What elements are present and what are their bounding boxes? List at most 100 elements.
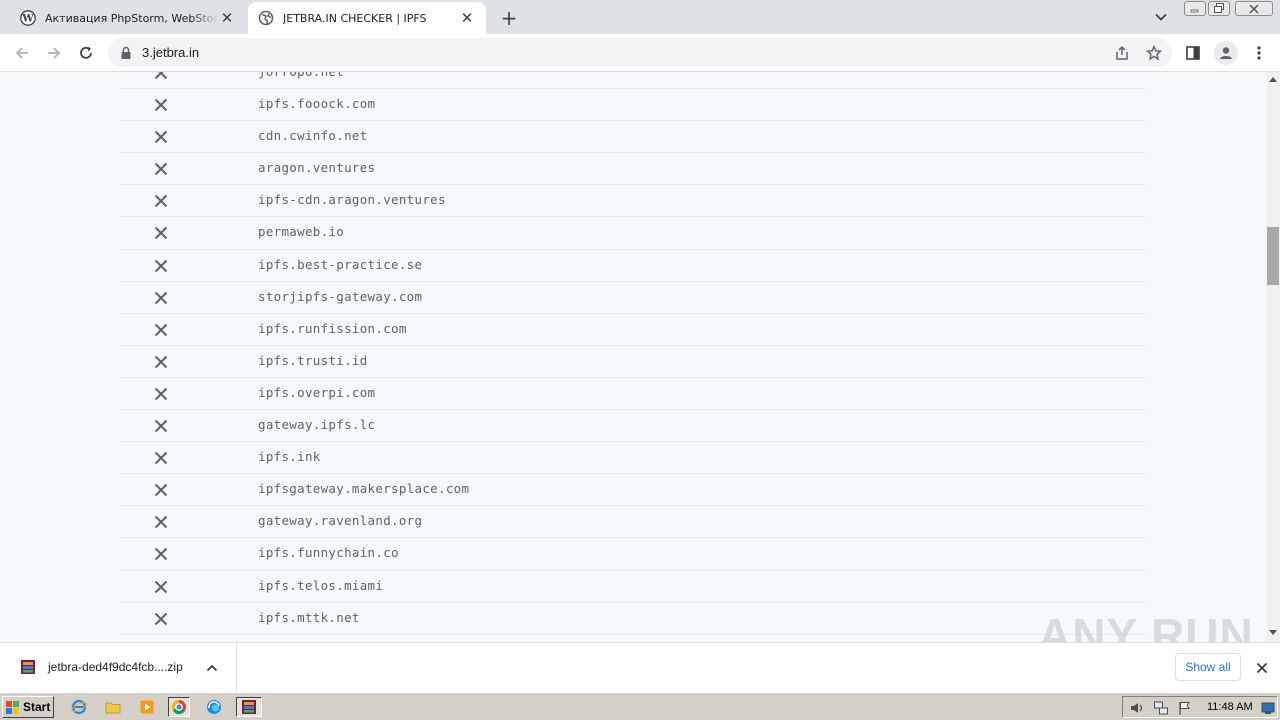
gateway-row: storjipfs-gateway.com <box>120 282 1146 314</box>
new-tab-button[interactable]: + <box>498 7 520 29</box>
tab-jetbra-checker[interactable]: JETBRA.IN CHECKER | IPFS ✕ <box>248 2 486 34</box>
file-explorer-icon[interactable] <box>102 697 124 717</box>
flag-icon[interactable] <box>1177 700 1193 716</box>
fail-x-icon <box>154 259 168 272</box>
gateway-domain: ipfs.telos.miami <box>258 577 384 593</box>
fail-x-icon <box>154 195 168 208</box>
download-item[interactable]: jetbra-ded4f9dc4fcb....zip <box>0 643 237 693</box>
show-desktop-icon[interactable] <box>1261 700 1275 716</box>
gateway-row: ipfs-cdn.aragon.ventures <box>120 185 1146 218</box>
fail-x-icon <box>154 98 168 112</box>
fail-x-icon <box>154 355 168 369</box>
restore-button[interactable] <box>1208 1 1230 16</box>
edge-icon[interactable] <box>203 697 225 717</box>
gateway-domain: ipfs.ink <box>258 449 321 465</box>
volume-icon[interactable] <box>1129 700 1145 716</box>
show-all-button[interactable]: Show all <box>1175 653 1241 681</box>
scroll-up-arrow-icon[interactable] <box>1269 77 1277 82</box>
gateway-row: ipfs.funnychain.co <box>120 538 1146 571</box>
download-shelf: jetbra-ded4f9dc4fcb....zip Show all <box>0 642 1280 693</box>
winrar-taskbar-icon[interactable] <box>236 697 262 717</box>
tab-title: JETBRA.IN CHECKER | IPFS <box>283 11 427 25</box>
gateway-row: jorropo.net <box>120 72 1146 90</box>
tab-activation[interactable]: W Активация PhpStorm, WebStorm, IntelliJ… <box>10 2 246 34</box>
gateway-domain: ipfs.trusti.id <box>258 352 368 368</box>
tab-search-chevron-icon[interactable] <box>1151 8 1171 26</box>
gateway-domain: jorropo.net <box>258 72 344 79</box>
gateway-list: jorropo.net ipfs.fooock.com cdn.cwinfo.net… <box>120 72 1146 642</box>
chrome-icon[interactable] <box>168 697 190 717</box>
fail-x-icon <box>154 484 168 497</box>
fail-x-icon <box>154 451 168 465</box>
system-tray: 11:48 AM <box>1122 696 1278 718</box>
internet-explorer-icon[interactable] <box>68 697 90 717</box>
gateway-domain: gateway.ipfs.lc <box>258 417 376 433</box>
tab-title: Активация PhpStorm, WebStorm, IntelliJ <box>45 11 218 25</box>
winrar-archive-icon <box>20 659 36 675</box>
fail-x-icon <box>154 323 168 336</box>
fail-x-icon <box>154 580 168 593</box>
scrollbar-thumb[interactable] <box>1267 227 1279 285</box>
close-shelf-icon[interactable] <box>1253 659 1271 677</box>
chevron-up-icon[interactable] <box>205 660 219 674</box>
gateway-domain: gateway.ravenland.org <box>258 513 423 529</box>
gateway-row: ipfs.runfission.com <box>120 314 1146 346</box>
gateway-row: permaweb.io <box>120 217 1146 250</box>
fail-x-icon <box>154 419 168 433</box>
gateway-row: ipfs.trusti.id <box>120 346 1146 378</box>
reload-button[interactable] <box>74 41 98 65</box>
fail-x-icon <box>154 72 168 80</box>
gateway-row: ipfsgateway.makersplace.com <box>120 474 1146 507</box>
gateway-domain: ipfs.best-practice.se <box>258 256 423 272</box>
gateway-domain: cdn.cwinfo.net <box>258 128 368 144</box>
fail-x-icon <box>154 291 168 304</box>
fail-x-icon <box>154 612 168 625</box>
gateway-row: gateway.ipfs.lc <box>120 410 1146 443</box>
gateway-domain: ipfs.mttk.net <box>258 609 360 625</box>
url-text[interactable]: 3.jetbra.in <box>142 45 199 60</box>
gateway-domain: ipfs.runfission.com <box>258 320 407 336</box>
back-button[interactable] <box>10 41 34 65</box>
browser-toolbar: 3.jetbra.in <box>0 34 1280 72</box>
kebab-menu-icon[interactable] <box>1247 41 1271 65</box>
gateway-domain: permaweb.io <box>258 224 345 240</box>
download-file-name[interactable]: jetbra-ded4f9dc4fcb....zip <box>48 660 183 674</box>
scroll-down-arrow-icon[interactable] <box>1269 630 1277 635</box>
lock-icon[interactable] <box>120 45 132 64</box>
clock: 11:48 AM <box>1207 701 1253 713</box>
address-bar[interactable]: 3.jetbra.in <box>108 38 1172 67</box>
gateway-row: aragon.ventures <box>120 153 1146 186</box>
gateway-row: gateway.ravenland.org <box>120 506 1146 539</box>
gateway-row: ipfs.overpi.com <box>120 378 1146 411</box>
minimize-button[interactable] <box>1184 1 1206 16</box>
forward-button[interactable] <box>42 41 66 65</box>
close-window-button[interactable] <box>1235 1 1273 16</box>
svg-text:W: W <box>21 14 34 25</box>
gateway-domain: ipfs-cdn.aragon.ventures <box>258 192 446 208</box>
start-button[interactable]: Start <box>2 696 54 718</box>
fail-x-icon <box>154 548 168 561</box>
profile-avatar-icon[interactable] <box>1214 41 1238 65</box>
fail-x-icon <box>154 163 168 176</box>
start-label: Start <box>23 700 51 714</box>
page-content: jorropo.net ipfs.fooock.com cdn.cwinfo.net… <box>0 72 1266 642</box>
network-icon[interactable] <box>1153 700 1169 716</box>
tab-close-icon[interactable]: ✕ <box>218 9 236 27</box>
vertical-scrollbar[interactable] <box>1266 72 1280 642</box>
share-icon[interactable] <box>1113 44 1131 62</box>
windows-taskbar: Start 11:48 AM <box>0 692 1280 720</box>
windows-logo-icon <box>6 700 20 714</box>
media-player-icon[interactable] <box>136 697 158 717</box>
gateway-row: ipfs.mttk.net <box>120 603 1146 635</box>
side-panel-icon[interactable] <box>1181 41 1205 65</box>
tab-close-icon[interactable]: ✕ <box>458 9 476 27</box>
gateway-domain: ipfs.fooock.com <box>258 96 376 112</box>
wordpress-icon: W <box>20 10 36 26</box>
gateway-row: cdn.cwinfo.net <box>120 121 1146 154</box>
gateway-domain: ipfsgateway.makersplace.com <box>258 481 470 497</box>
gateway-domain: aragon.ventures <box>258 160 376 176</box>
bookmark-star-icon[interactable] <box>1145 44 1163 62</box>
globe-icon <box>258 10 274 26</box>
gateway-row: ipfs.best-practice.se <box>120 250 1146 282</box>
fail-x-icon <box>154 130 168 144</box>
